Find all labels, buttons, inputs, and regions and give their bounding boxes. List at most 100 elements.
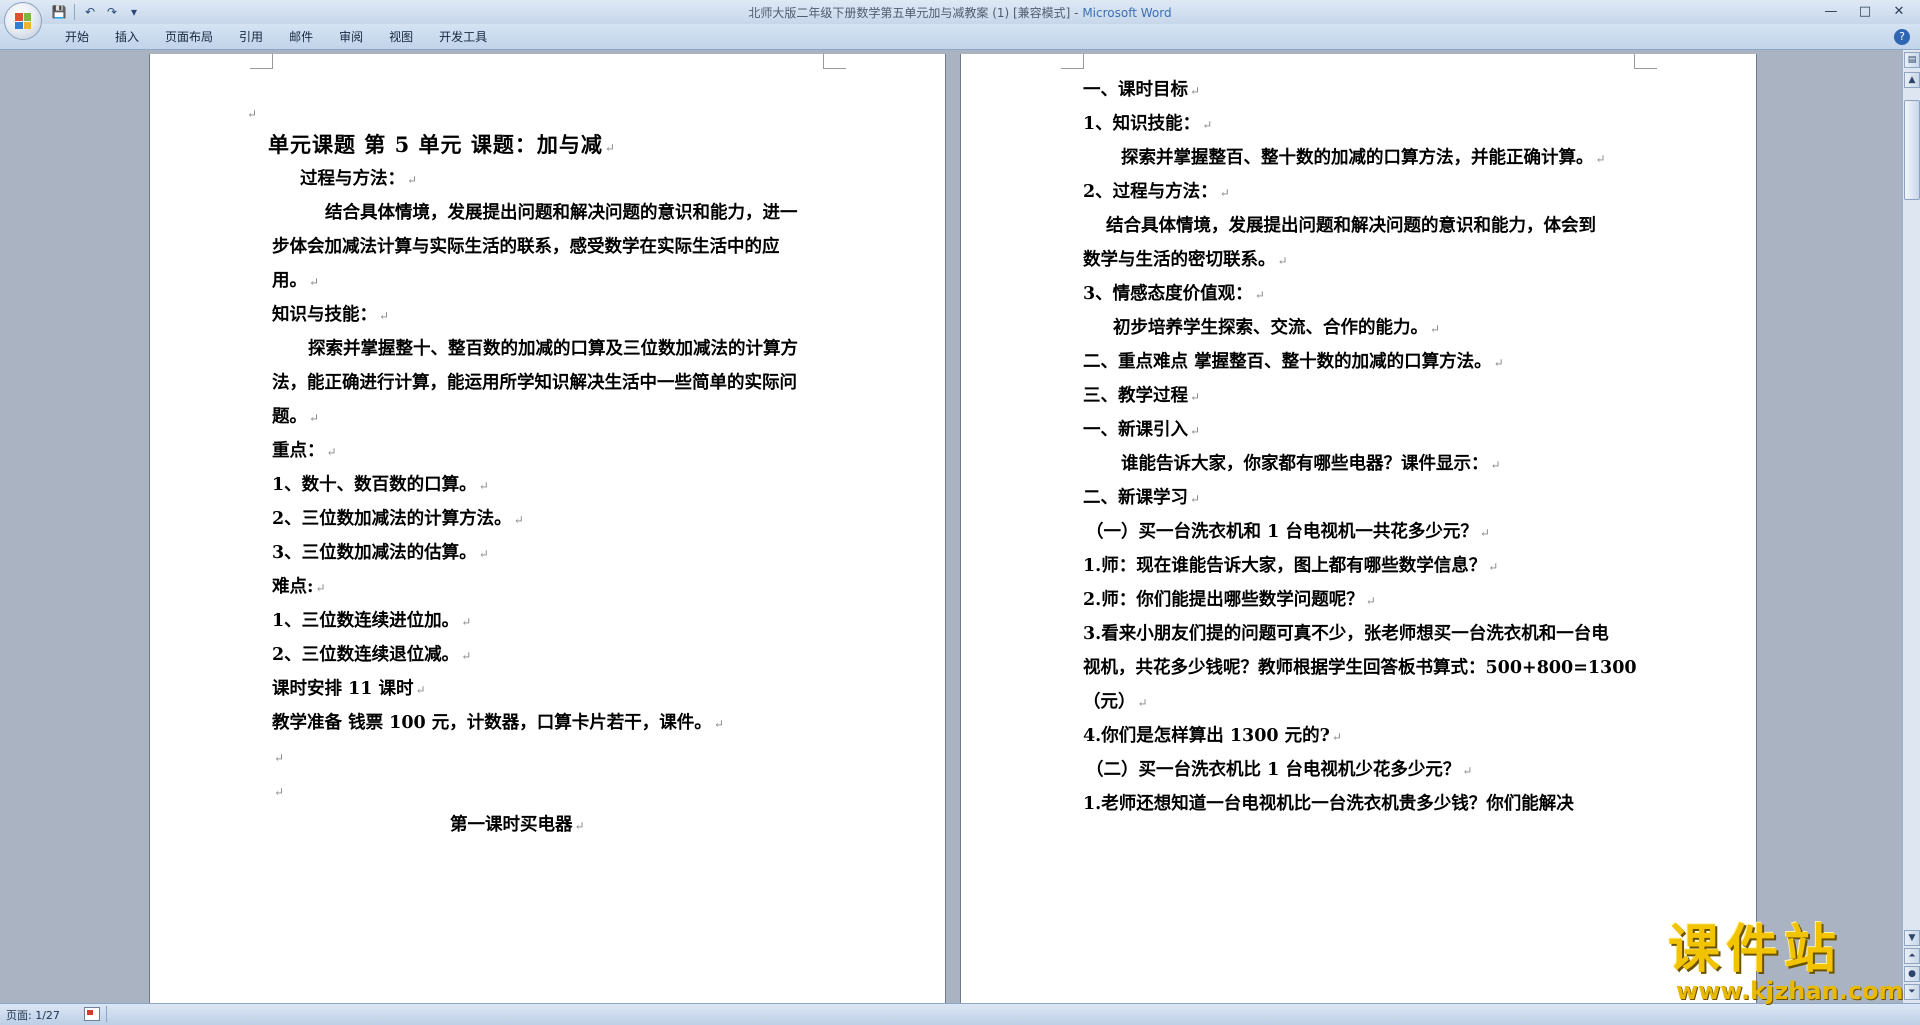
document-line[interactable]: 3、三位数加减法的估算。 ↵ <box>272 542 489 565</box>
minimize-button[interactable]: — <box>1814 1 1848 21</box>
document-line[interactable]: 难点: ↵ <box>272 576 326 599</box>
line-text: 一、课时目标 <box>1083 80 1188 100</box>
line-text: 题。 <box>272 407 307 427</box>
title-bar: 💾 ↶ ↷ ▾ 北师大版二年级下册数学第五单元加与减教案 (1) [兼容模式] … <box>0 0 1920 24</box>
vertical-scrollbar[interactable]: ▤ ▲ ▼ ⏶ ● ⏷ <box>1902 50 1920 1003</box>
document-line[interactable]: 教学准备 钱票 100 元，计数器，口算卡片若干，课件。 ↵ <box>272 712 724 735</box>
page-right-content[interactable]: 一、课时目标 ↵ 1、知识技能： ↵ 探索并掌握整百、整十数的加减的口算方法，并能正确计… <box>961 54 1756 1003</box>
scroll-down-icon[interactable]: ▼ <box>1904 930 1920 946</box>
document-line[interactable]: 3、情感态度价值观： ↵ <box>1083 283 1265 306</box>
document-line[interactable]: 二、新课学习 ↵ <box>1083 487 1200 510</box>
document-line[interactable]: 1、三位数连续进位加。 ↵ <box>272 610 471 633</box>
line-text: 视机，共花多少钱呢？教师根据学生回答板书算式：500+800=1300 <box>1083 658 1637 678</box>
tab-7[interactable]: 开发工具 <box>426 29 500 45</box>
document-line[interactable]: 知识与技能： ↵ <box>272 304 389 327</box>
tab-2[interactable]: 页面布局 <box>152 29 226 45</box>
line-text: 用。 <box>272 271 307 291</box>
document-line[interactable]: 1.师：现在谁能告诉大家，图上都有哪些数学信息？ ↵ <box>1083 555 1498 578</box>
document-line[interactable]: 第一课时买电器 ↵ <box>450 814 585 837</box>
document-line[interactable]: 探索并掌握整十、整百数的加减的口算及三位数加减法的计算方 <box>308 338 798 360</box>
office-button[interactable] <box>4 2 42 40</box>
line-text: （元） <box>1083 692 1136 712</box>
document-line[interactable]: 一、新课引入 ↵ <box>1083 419 1200 442</box>
document-line[interactable]: 一、课时目标 ↵ <box>1083 79 1200 102</box>
help-icon[interactable]: ? <box>1894 29 1910 45</box>
paragraph-mark-icon: ↵ <box>478 479 489 493</box>
page-left[interactable]: ↵ 单元课题 第 5 单元 课题：加与减 ↵ 过程与方法： ↵ 结合具体情境，发展提出问题… <box>150 54 945 1003</box>
paragraph-mark-icon: ↵ <box>1277 254 1288 268</box>
document-line[interactable]: 4.你们是怎样算出 1300 元的? ↵ <box>1083 725 1342 748</box>
document-line[interactable]: （一）买一台洗衣机和 1 台电视机一共花多少元？ ↵ <box>1086 521 1490 544</box>
document-line[interactable]: 探索并掌握整百、整十数的加减的口算方法，并能正确计算。 ↵ <box>1121 147 1606 170</box>
document-line[interactable]: 结合具体情境，发展提出问题和解决问题的意识和能力，体会到 <box>1106 215 1596 237</box>
document-line[interactable]: 二、重点难点 掌握整百、整十数的加减的口算方法。 ↵ <box>1083 351 1504 374</box>
paragraph-mark-icon: ↵ <box>1190 390 1201 404</box>
document-line[interactable]: 步体会加减法计算与实际生活的联系，感受数学在实际生活中的应 <box>272 236 780 258</box>
tab-3[interactable]: 引用 <box>226 29 276 45</box>
line-text: 三、教学过程 <box>1083 386 1188 406</box>
document-line[interactable]: 过程与方法： ↵ <box>300 168 417 191</box>
next-page-icon[interactable]: ⏷ <box>1904 984 1920 1000</box>
document-line[interactable]: ↵ <box>245 102 257 125</box>
document-line[interactable]: ↵ <box>272 746 284 769</box>
document-line[interactable]: 结合具体情境，发展提出问题和解决问题的意识和能力，进一 <box>325 202 798 224</box>
page-left-content[interactable]: ↵ 单元课题 第 5 单元 课题：加与减 ↵ 过程与方法： ↵ 结合具体情境，发展提出问题… <box>150 54 945 1003</box>
maximize-button[interactable]: □ <box>1848 1 1882 21</box>
document-line[interactable]: 2、三位数加减法的计算方法。 ↵ <box>272 508 524 531</box>
line-text: 数学与生活的密切联系。 <box>1083 250 1276 270</box>
watermark-url: www.kjzhan.com <box>1676 977 1904 1005</box>
document-line[interactable]: 2、过程与方法： ↵ <box>1083 181 1230 204</box>
document-line[interactable]: 2、三位数连续退位减。 ↵ <box>272 644 471 667</box>
paragraph-mark-icon: ↵ <box>604 141 616 155</box>
paragraph-mark-icon: ↵ <box>1190 424 1201 438</box>
paragraph-mark-icon: ↵ <box>1219 186 1230 200</box>
document-line[interactable]: 谁能告诉大家，你家都有哪些电器？课件显示： ↵ <box>1121 453 1501 476</box>
document-line[interactable]: 数学与生活的密切联系。 ↵ <box>1083 249 1288 272</box>
tab-6[interactable]: 视图 <box>376 29 426 45</box>
document-line[interactable]: 1、数十、数百数的口算。 ↵ <box>272 474 489 497</box>
document-line[interactable]: 1、知识技能： ↵ <box>1083 113 1212 136</box>
office-logo-icon <box>15 13 31 29</box>
status-bar: 页面: 1/27 <box>0 1003 1920 1025</box>
tab-5[interactable]: 审阅 <box>326 29 376 45</box>
document-line[interactable]: （二）买一台洗衣机比 1 台电视机少花多少元？ ↵ <box>1086 759 1472 782</box>
line-text: 2、过程与方法： <box>1083 182 1218 202</box>
document-area[interactable]: ↵ 单元课题 第 5 单元 课题：加与减 ↵ 过程与方法： ↵ 结合具体情境，发展提出问题… <box>0 50 1902 1003</box>
ruler-toggle-icon[interactable]: ▤ <box>1904 52 1920 68</box>
page-right[interactable]: 一、课时目标 ↵ 1、知识技能： ↵ 探索并掌握整百、整十数的加减的口算方法，并能正确计… <box>961 54 1756 1003</box>
document-line[interactable]: 3.看来小朋友们提的问题可真不少，张老师想买一台洗衣机和一台电 <box>1083 623 1609 645</box>
previous-page-icon[interactable]: ⏶ <box>1904 948 1920 964</box>
line-text: 1.师：现在谁能告诉大家，图上都有哪些数学信息？ <box>1083 556 1487 576</box>
paragraph-mark-icon: ↵ <box>1430 322 1441 336</box>
document-line[interactable]: 法，能正确进行计算，能运用所学知识解决生活中一些简单的实际问 <box>272 372 797 394</box>
document-line[interactable]: 课时安排 11 课时 ↵ <box>272 678 426 701</box>
paragraph-mark-icon: ↵ <box>326 445 337 459</box>
document-line[interactable]: 2.师：你们能提出哪些数学问题呢？ ↵ <box>1083 589 1376 612</box>
document-line[interactable]: 用。 ↵ <box>272 270 319 293</box>
tab-0[interactable]: 开始 <box>52 29 102 45</box>
tab-4[interactable]: 邮件 <box>276 29 326 45</box>
line-text: 4.你们是怎样算出 1300 元的? <box>1083 726 1330 746</box>
browse-object-icon[interactable]: ● <box>1904 966 1920 982</box>
proofing-icon[interactable] <box>84 1007 100 1021</box>
document-heading[interactable]: 单元课题 第 5 单元 课题：加与减 ↵ <box>268 134 616 159</box>
watermark-text: 课件站 <box>1668 920 1843 980</box>
document-line[interactable]: ↵ <box>272 780 284 803</box>
close-button[interactable]: ✕ <box>1882 1 1916 21</box>
page-count[interactable]: 页面: 1/27 <box>6 1007 60 1023</box>
document-line[interactable]: （元） ↵ <box>1083 691 1148 714</box>
document-line[interactable]: 三、教学过程 ↵ <box>1083 385 1200 408</box>
window-controls: — □ ✕ <box>1814 1 1916 21</box>
line-text: 一、新课引入 <box>1083 420 1188 440</box>
tab-1[interactable]: 插入 <box>102 29 152 45</box>
scroll-up-icon[interactable]: ▲ <box>1904 72 1920 88</box>
document-line[interactable]: 视机，共花多少钱呢？教师根据学生回答板书算式：500+800=1300 <box>1083 657 1637 679</box>
document-line[interactable]: 题。 ↵ <box>272 406 319 429</box>
document-line[interactable]: 1.老师还想知道一台电视机比一台洗衣机贵多少钱？你们能解决 <box>1083 793 1574 815</box>
document-title: 北师大版二年级下册数学第五单元加与减教案 (1) [兼容模式] - <box>748 6 1083 20</box>
document-line[interactable]: 重点： ↵ <box>272 440 337 463</box>
scroll-thumb[interactable] <box>1904 100 1920 200</box>
paragraph-mark-icon: ↵ <box>315 581 326 595</box>
paragraph-mark-icon: ↵ <box>1365 594 1376 608</box>
document-line[interactable]: 初步培养学生探索、交流、合作的能力。 ↵ <box>1113 317 1440 340</box>
